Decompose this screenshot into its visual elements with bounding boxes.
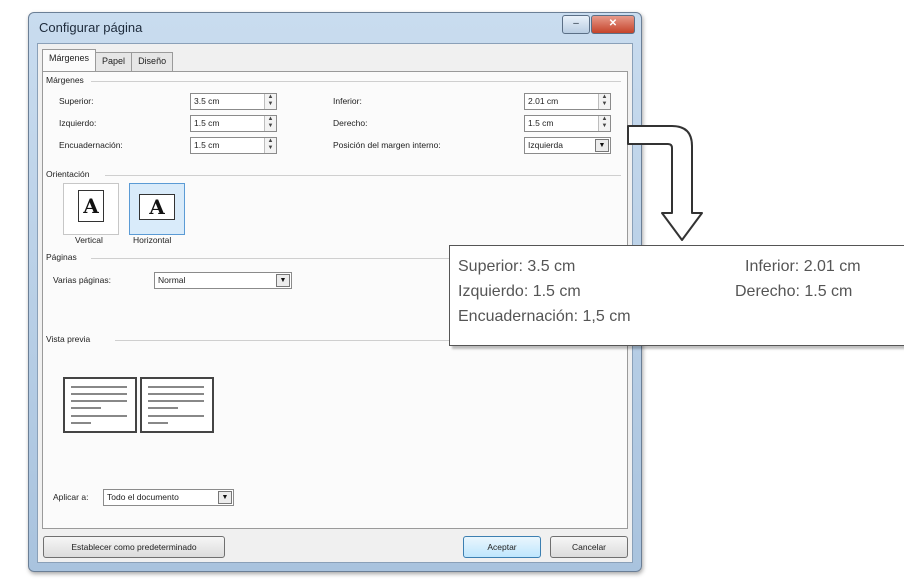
encuadernacion-value: 1.5 cm (194, 140, 220, 150)
ok-button[interactable]: Aceptar (463, 536, 541, 558)
section-paginas: Páginas (46, 252, 77, 262)
close-button[interactable]: ✕ (591, 15, 635, 34)
label-inferior: Inferior: (333, 96, 362, 106)
inferior-spinner[interactable]: 2.01 cm ▲ ▼ (524, 93, 611, 110)
derecho-value: 1.5 cm (528, 118, 554, 128)
preview-line (148, 386, 204, 388)
label-vertical: Vertical (75, 235, 103, 245)
curved-arrow-icon (627, 125, 703, 241)
preview-line (148, 407, 178, 409)
label-varias-paginas: Varias páginas: (53, 275, 111, 285)
preview-line (71, 422, 91, 424)
superior-spinner[interactable]: 3.5 cm ▲ ▼ (190, 93, 277, 110)
preview-page-left (63, 377, 137, 433)
preview-line (148, 393, 204, 395)
landscape-page-icon: A (139, 194, 175, 220)
varias-paginas-select[interactable]: Normal ▼ (154, 272, 292, 289)
preview-line (71, 386, 127, 388)
preview-line (71, 393, 127, 395)
portrait-page-icon: A (78, 190, 104, 222)
preview-line (71, 407, 101, 409)
preview-line (71, 415, 127, 417)
spin-arrows-icon[interactable]: ▲ ▼ (264, 138, 276, 153)
posicion-margen-value: Izquierda (528, 140, 563, 150)
izquierdo-spinner[interactable]: 1.5 cm ▲ ▼ (190, 115, 277, 132)
chevron-down-icon[interactable]: ▼ (218, 491, 232, 504)
label-horizontal: Horizontal (133, 235, 172, 245)
callout-encuadernacion: Encuadernación: 1,5 cm (458, 308, 631, 325)
inferior-value: 2.01 cm (528, 96, 559, 106)
label-aplicar-a: Aplicar a: (53, 492, 89, 502)
chevron-down-icon[interactable]: ▼ (276, 274, 290, 287)
callout-derecho: Derecho: 1.5 cm (735, 283, 853, 300)
label-encuadernacion: Encuadernación: (59, 140, 123, 150)
spin-arrows-icon[interactable]: ▲ ▼ (264, 116, 276, 131)
minimize-button[interactable]: – (562, 15, 590, 34)
dialog-title: Configurar página (39, 20, 143, 35)
preview-page-right (140, 377, 214, 433)
callout-superior: Superior: 3.5 cm (458, 258, 576, 275)
label-derecho: Derecho: (333, 118, 368, 128)
spin-arrows-icon[interactable]: ▲ ▼ (598, 116, 610, 131)
label-superior: Superior: (59, 96, 94, 106)
superior-value: 3.5 cm (194, 96, 220, 106)
label-izquierdo: Izquierdo: (59, 118, 97, 128)
cancel-button[interactable]: Cancelar (550, 536, 628, 558)
izquierdo-value: 1.5 cm (194, 118, 220, 128)
tab-margenes[interactable]: Márgenes (42, 49, 97, 71)
divider (105, 175, 621, 176)
preview-line (148, 415, 204, 417)
varias-paginas-value: Normal (158, 275, 186, 285)
aplicar-a-select[interactable]: Todo el documento ▼ (103, 489, 234, 506)
orientation-horizontal-button[interactable]: A (129, 183, 185, 235)
margins-callout: Superior: 3.5 cm Izquierdo: 1.5 cm Encua… (449, 245, 904, 346)
section-margenes: Márgenes (46, 75, 84, 85)
preview-line (71, 400, 127, 402)
posicion-margen-select[interactable]: Izquierda ▼ (524, 137, 611, 154)
preview-line (148, 400, 204, 402)
label-posicion-margen: Posición del margen interno: (333, 140, 441, 150)
divider (91, 81, 621, 82)
encuadernacion-spinner[interactable]: 1.5 cm ▲ ▼ (190, 137, 277, 154)
callout-izquierdo: Izquierdo: 1.5 cm (458, 283, 581, 300)
aplicar-a-value: Todo el documento (107, 492, 179, 502)
title-bar: Configurar página – ✕ (29, 13, 641, 43)
tab-strip: Márgenes Papel Diseño (42, 49, 174, 71)
preview-line (148, 422, 168, 424)
tab-papel[interactable]: Papel (95, 52, 133, 71)
spin-arrows-icon[interactable]: ▲ ▼ (264, 94, 276, 109)
section-orientacion: Orientación (46, 169, 90, 179)
window-controls: – ✕ (561, 15, 635, 34)
orientation-vertical-button[interactable]: A (63, 183, 119, 235)
set-default-button[interactable]: Establecer como predeterminado (43, 536, 225, 558)
derecho-spinner[interactable]: 1.5 cm ▲ ▼ (524, 115, 611, 132)
chevron-down-icon[interactable]: ▼ (595, 139, 609, 152)
spin-arrows-icon[interactable]: ▲ ▼ (598, 94, 610, 109)
callout-inferior: Inferior: 2.01 cm (745, 258, 861, 275)
tab-diseno[interactable]: Diseño (131, 52, 174, 71)
section-vista-previa: Vista previa (46, 334, 91, 344)
